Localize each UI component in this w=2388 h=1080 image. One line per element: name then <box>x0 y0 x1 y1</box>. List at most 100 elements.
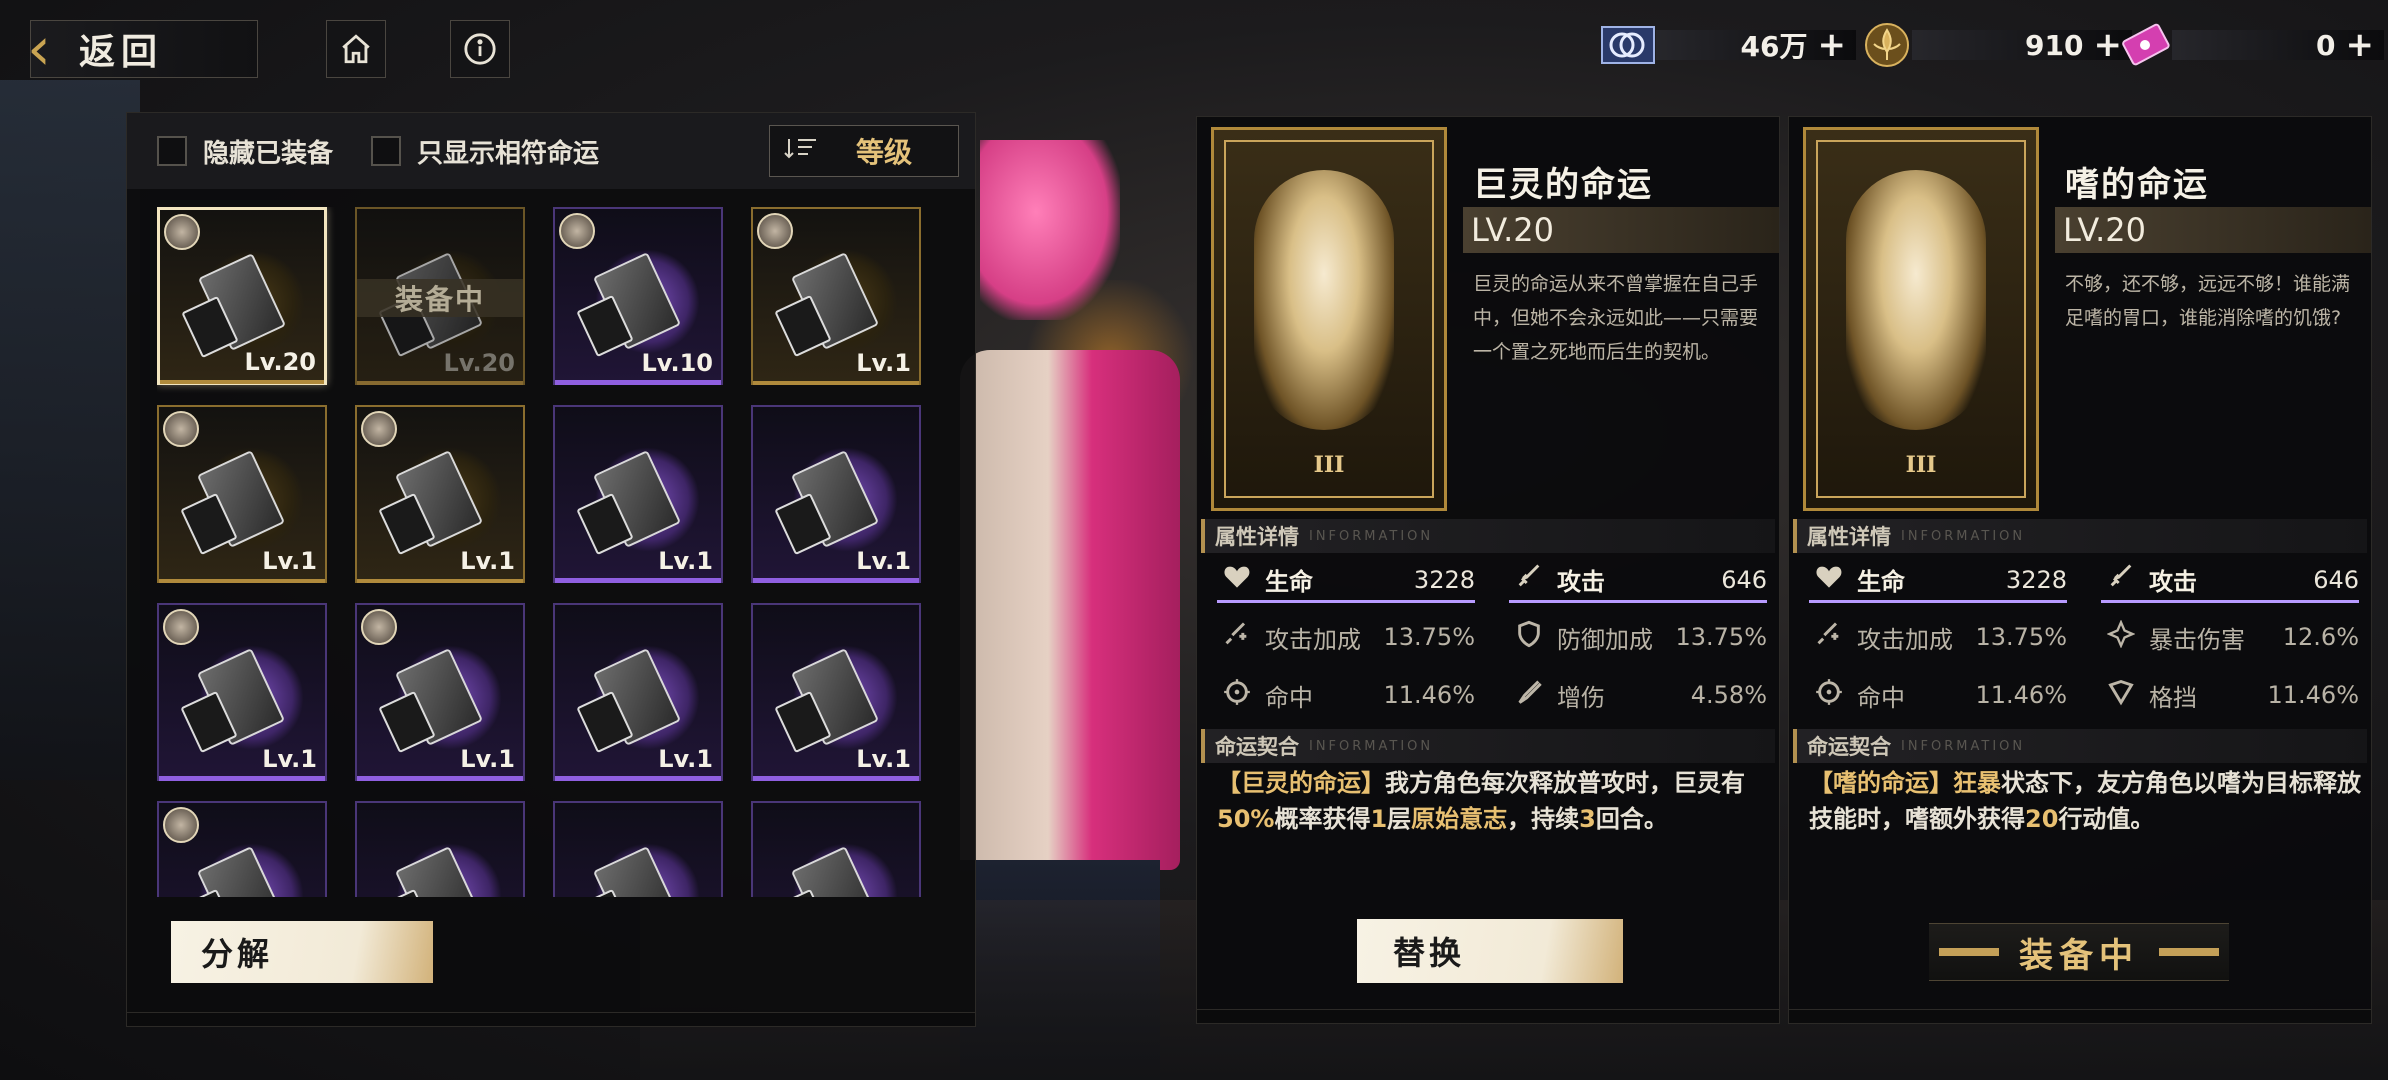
destiny-card[interactable]: Lv.1 <box>751 603 921 781</box>
destiny-card[interactable]: Lv.1 <box>553 603 723 781</box>
destiny-level: LV.20 <box>2063 211 2146 249</box>
destiny-card[interactable]: Lv.1 <box>553 405 723 583</box>
equipped-status-button: 装备中 <box>1929 923 2229 981</box>
block-icon <box>2101 678 2141 713</box>
section-subtitle: INFORMATION <box>1309 738 1434 754</box>
destiny-card[interactable] <box>355 801 525 897</box>
stat-label: 生命 <box>1265 568 1313 596</box>
section-header-pact: 命运契合 INFORMATION <box>1793 729 2367 763</box>
stat-row: 攻击加成 13.75% <box>1809 615 2067 659</box>
info-button[interactable] <box>450 20 510 78</box>
destiny-inventory-panel: 隐藏已装备 只显示相符命运 等级 Lv.20 装备中 Lv.20 Lv.10 Lv.1 L… <box>126 112 976 1027</box>
destiny-card[interactable]: Lv.1 <box>355 603 525 781</box>
stat-value: 13.75% <box>1675 623 1767 651</box>
card-level: Lv.1 <box>460 745 515 773</box>
back-button[interactable]: ‹ 返回 <box>27 14 258 84</box>
stat-row: 增伤 4.58% <box>1509 673 1767 717</box>
destiny-card[interactable] <box>751 801 921 897</box>
chevron-left-icon: ‹ <box>27 14 51 84</box>
equipped-label: 装备中 <box>2019 935 2139 976</box>
section-header-pact: 命运契合 INFORMATION <box>1201 729 1775 763</box>
pact-highlight: 原始意志 <box>1411 805 1508 833</box>
currency-fleur-icon <box>1865 23 1909 67</box>
crit-damage-icon <box>2101 618 2141 655</box>
sort-label: 等级 <box>856 136 913 169</box>
section-subtitle: INFORMATION <box>1901 528 2026 544</box>
character-avatar <box>361 609 397 645</box>
pact-highlight: 50% <box>1217 805 1275 833</box>
character-body <box>960 350 1180 870</box>
card-level: Lv.1 <box>658 745 713 773</box>
stat-label: 攻击加成 <box>1265 625 1361 654</box>
decompose-button[interactable]: 分解 <box>171 921 433 983</box>
pact-highlight: 【巨灵的命运】 <box>1217 769 1385 797</box>
heart-icon <box>1217 563 1257 596</box>
pact-highlight: 【嗜的命运】 <box>1809 769 1953 797</box>
character-hair <box>980 140 1120 320</box>
destiny-card-grid: Lv.20 装备中 Lv.20 Lv.10 Lv.1 Lv.1 Lv.1 Lv.1 Lv.1 Lv… <box>157 207 947 897</box>
currency-coin-plus[interactable]: + <box>1818 25 1847 65</box>
destiny-card[interactable]: Lv.1 <box>157 405 327 583</box>
sort-level-button[interactable]: 等级 <box>769 125 959 177</box>
pact-text: 概率获得 <box>1274 805 1371 833</box>
card-level: Lv.20 <box>443 349 516 377</box>
character-avatar <box>163 609 199 645</box>
card-level: Lv.20 <box>244 348 317 376</box>
destiny-detail-panel-current: III 巨灵的命运 LV.20 巨灵的命运从来不曾掌握在自己手中，但她不会永远如此——… <box>1196 116 1780 1024</box>
show-matching-checkbox[interactable]: 只显示相符命运 <box>371 133 599 170</box>
character-avatar <box>361 411 397 447</box>
currency-coin-value: 46万 <box>1740 30 1808 63</box>
pact-text: 回合。 <box>1595 805 1668 833</box>
card-level: Lv.1 <box>262 745 317 773</box>
hide-equipped-checkbox[interactable]: 隐藏已装备 <box>157 133 333 170</box>
sword-icon <box>2101 562 2141 597</box>
checkbox-box <box>157 136 187 166</box>
stat-label: 攻击 <box>2149 568 2197 596</box>
card-level: Lv.1 <box>856 547 911 575</box>
destiny-card[interactable]: 装备中 Lv.20 <box>355 207 525 385</box>
stat-row: 生命 3228 <box>1809 559 2067 603</box>
panel-footer <box>127 1012 975 1026</box>
destiny-card[interactable]: Lv.1 <box>355 405 525 583</box>
home-icon <box>342 34 370 64</box>
section-header-stats: 属性详情 INFORMATION <box>1793 519 2367 553</box>
destiny-card[interactable]: Lv.20 <box>157 207 327 385</box>
destiny-card[interactable] <box>553 801 723 897</box>
currency-fleur-value: 910 <box>2025 28 2084 62</box>
home-button[interactable] <box>326 20 386 78</box>
replace-button[interactable]: 替换 <box>1357 919 1623 983</box>
currency-ticket-plus[interactable]: + <box>2346 25 2375 65</box>
destiny-name: 巨灵的命运 <box>1473 165 1653 205</box>
stat-label: 生命 <box>1857 568 1905 596</box>
destiny-card[interactable]: Lv.1 <box>751 405 921 583</box>
character-avatar <box>164 214 200 250</box>
stat-label: 格挡 <box>2149 683 2197 712</box>
stat-row: 攻击加成 13.75% <box>1217 615 1475 659</box>
pact-text: ，持续 <box>1507 805 1580 833</box>
stat-value: 11.46% <box>1975 681 2067 709</box>
stat-row: 防御加成 13.75% <box>1509 615 1767 659</box>
section-title: 属性详情 <box>1215 525 1299 549</box>
destiny-pact-text: 【巨灵的命运】我方角色每次释放普攻时，巨灵有 50%概率获得1层原始意志，持续3回… <box>1217 765 1769 837</box>
pact-text: 层 <box>1387 805 1412 833</box>
attack-bonus-icon <box>1809 620 1849 655</box>
equipped-tag: 装备中 <box>357 279 523 317</box>
stat-row: 格挡 11.46% <box>2101 673 2359 717</box>
destiny-card[interactable] <box>157 801 327 897</box>
destiny-card[interactable]: Lv.1 <box>157 603 327 781</box>
stat-value: 3228 <box>1413 565 1475 594</box>
stat-label: 防御加成 <box>1557 625 1653 654</box>
show-matching-label: 只显示相符命运 <box>417 138 600 169</box>
currency-ticket: 0 + <box>2118 22 2384 68</box>
section-subtitle: INFORMATION <box>1901 738 2026 754</box>
damage-boost-icon <box>1509 678 1549 713</box>
stat-row: 暴击伤害 12.6% <box>2101 615 2359 659</box>
pact-text: 行动值。 <box>2058 805 2155 833</box>
section-title: 属性详情 <box>1807 525 1891 549</box>
destiny-card[interactable]: Lv.1 <box>751 207 921 385</box>
destiny-card[interactable]: Lv.10 <box>553 207 723 385</box>
currency-ticket-value: 0 <box>2316 28 2336 62</box>
sort-icon <box>784 135 828 168</box>
card-numeral: III <box>1313 452 1345 478</box>
character-avatar <box>163 411 199 447</box>
